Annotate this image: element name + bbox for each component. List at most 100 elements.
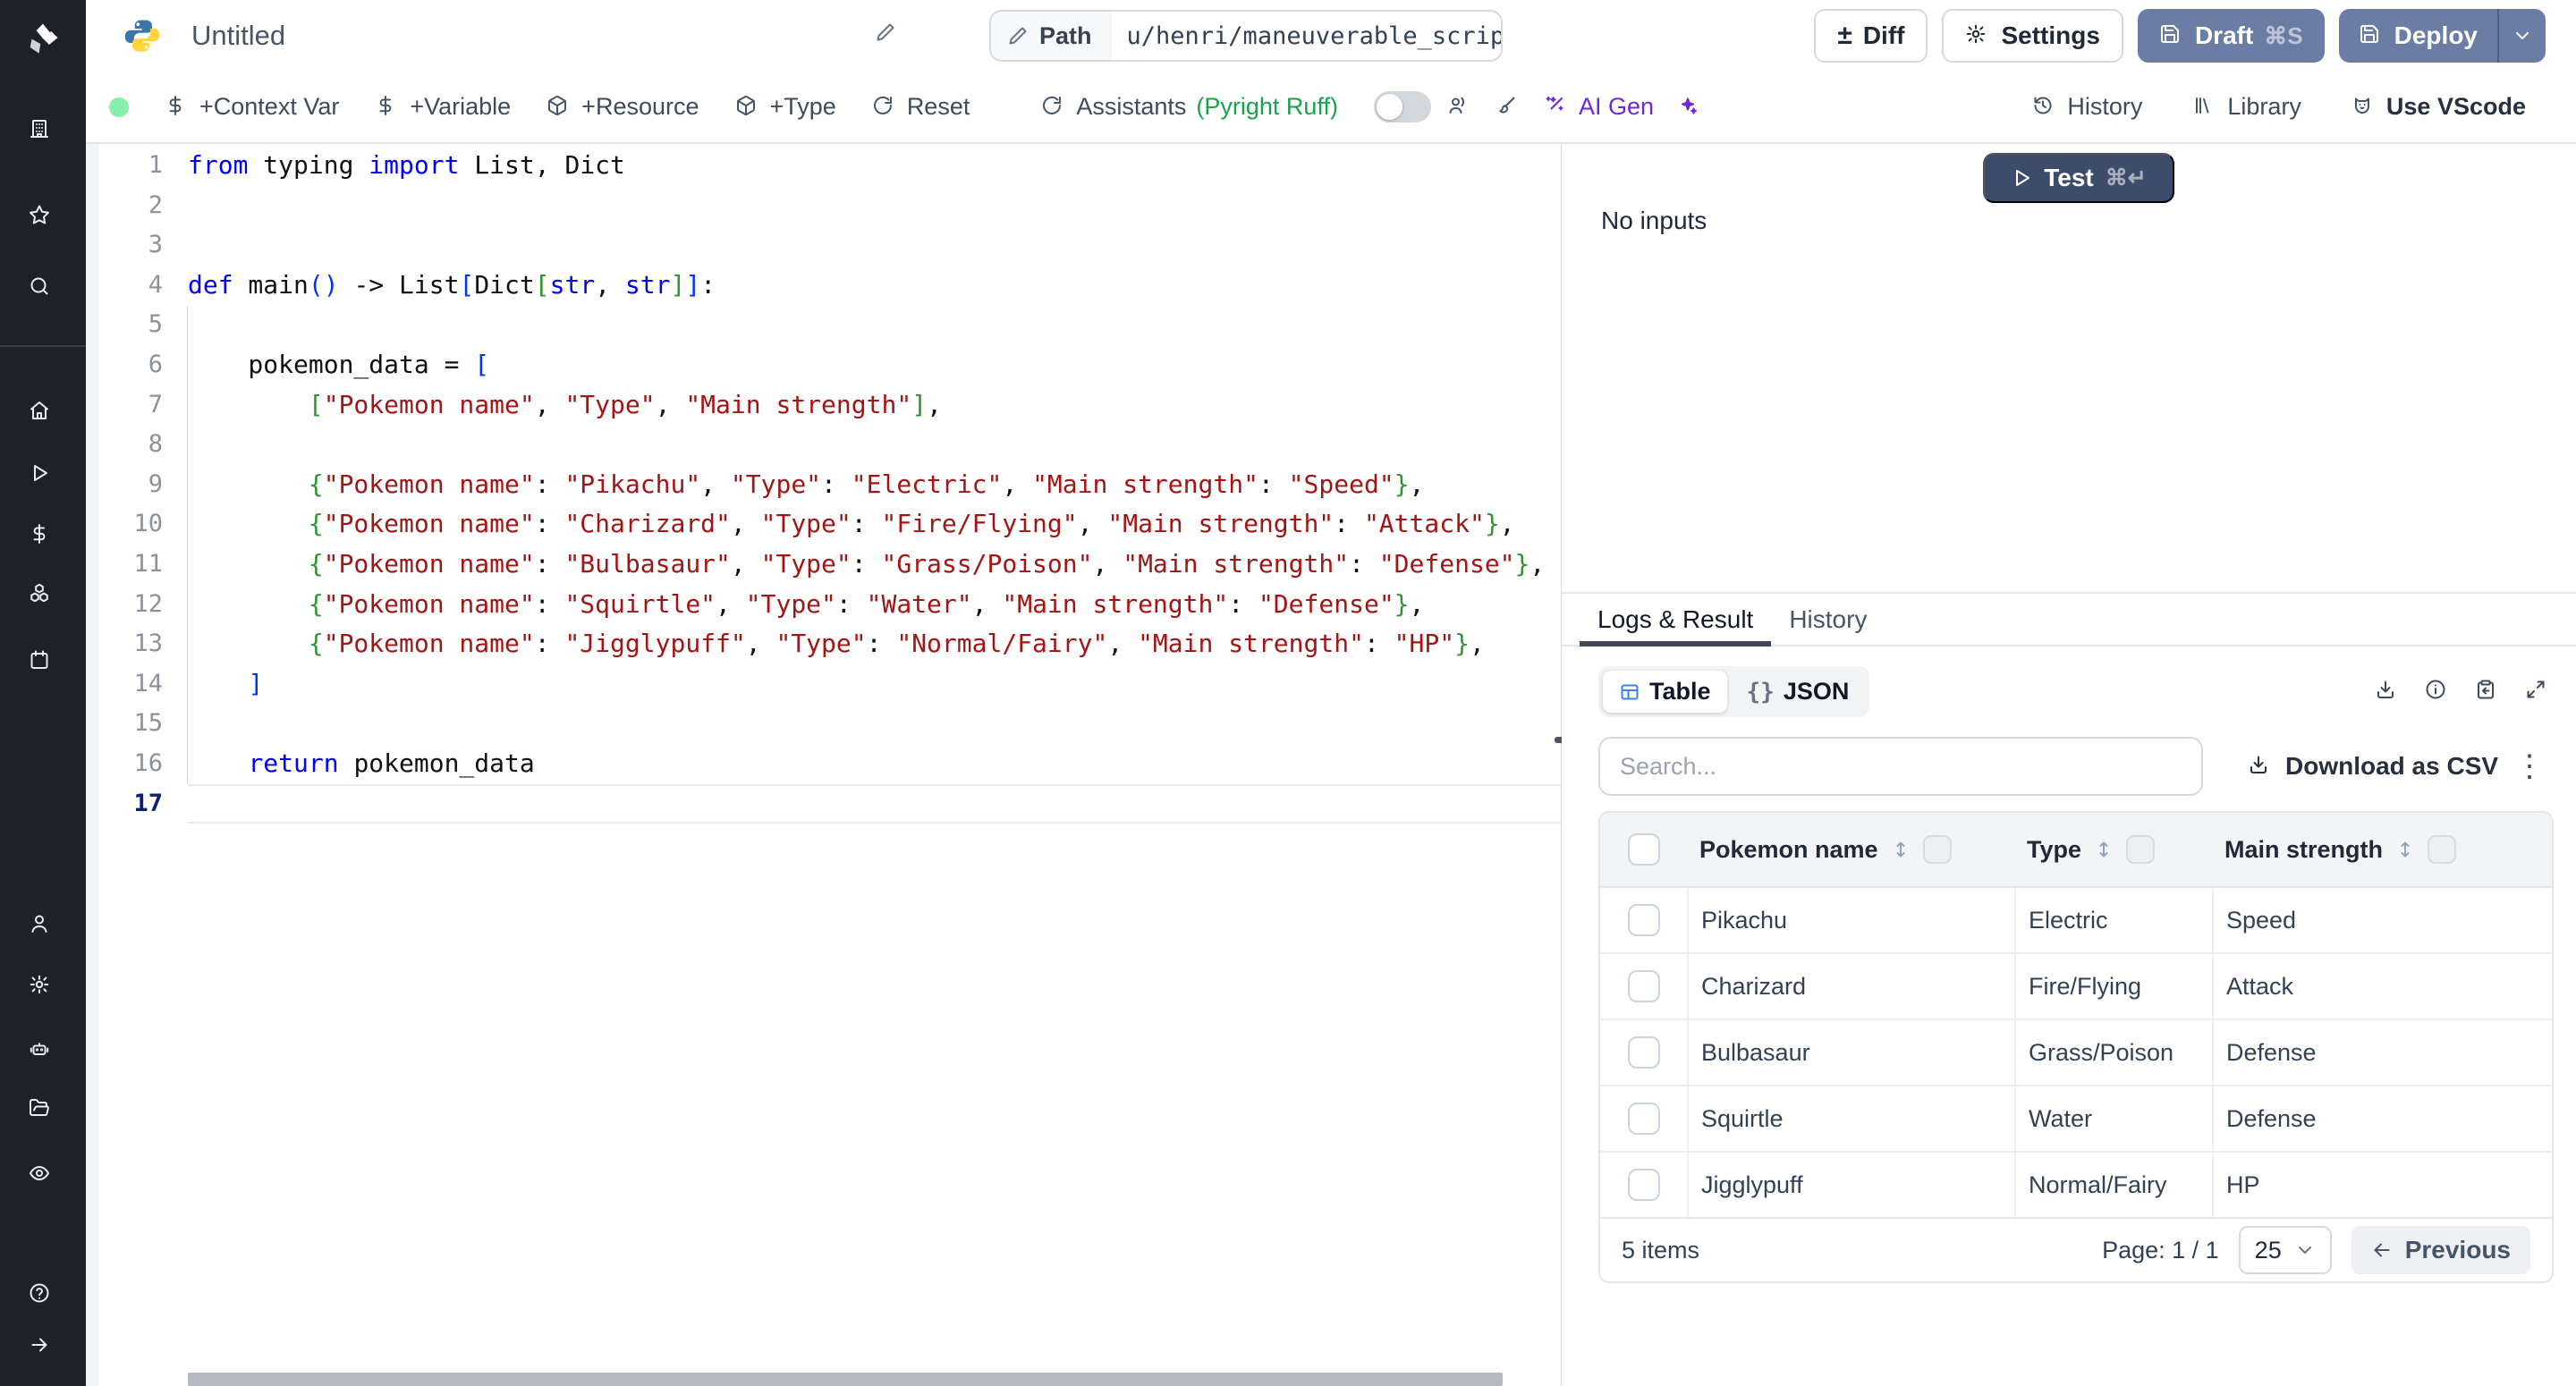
sidebar-item-runs[interactable]: [23, 457, 63, 496]
windmill-logo[interactable]: [23, 20, 63, 59]
ai-gen-button[interactable]: AI Gen: [1544, 93, 1654, 121]
package-icon: [735, 95, 760, 120]
column-header-main-strength[interactable]: Main strength: [2212, 813, 2552, 886]
column-filter-checkbox[interactable]: [1923, 835, 1952, 864]
sort-icon[interactable]: [1890, 839, 1911, 860]
sidebar-item-favorites[interactable]: [23, 199, 63, 238]
assistants-button[interactable]: Assistants (Pyright Ruff): [1041, 93, 1338, 121]
code-line[interactable]: {"Pokemon name": "Jigglypuff", "Type": "…: [188, 624, 1562, 664]
editor-glyph-margin: [86, 144, 98, 1386]
sort-icon[interactable]: [2093, 839, 2114, 860]
column-header-pokemon-name[interactable]: Pokemon name: [1687, 813, 2014, 886]
tab-logs-result[interactable]: Logs & Result: [1580, 594, 1771, 645]
add-context-var-button[interactable]: +Context Var: [165, 93, 339, 121]
add-type-button[interactable]: +Type: [735, 93, 836, 121]
code-line[interactable]: {"Pokemon name": "Squirtle", "Type": "Wa…: [188, 585, 1562, 625]
row-checkbox[interactable]: [1628, 1036, 1660, 1069]
code-line[interactable]: {"Pokemon name": "Charizard", "Type": "F…: [188, 504, 1562, 545]
settings-button[interactable]: Settings: [1942, 9, 2123, 63]
search-input[interactable]: [1598, 737, 2203, 796]
table-cell: Charizard: [1687, 954, 2014, 1018]
previous-page-button[interactable]: Previous: [2351, 1226, 2530, 1274]
horizontal-scrollbar[interactable]: [188, 1373, 1503, 1386]
page-size-select[interactable]: 25: [2239, 1226, 2332, 1274]
row-checkbox[interactable]: [1628, 904, 1660, 936]
library-button[interactable]: Library: [2192, 93, 2301, 121]
history-button[interactable]: History: [2032, 93, 2142, 121]
code-line[interactable]: return pokemon_data: [188, 744, 1562, 784]
sort-icon[interactable]: [2394, 839, 2416, 860]
sidebar-item-workers[interactable]: [23, 1033, 63, 1072]
sidebar-item-workspace[interactable]: [23, 113, 63, 152]
sidebar-item-settings[interactable]: [23, 968, 63, 1008]
multiplayer-users-button[interactable]: [1447, 95, 1472, 120]
row-checkbox[interactable]: [1628, 1169, 1660, 1201]
code-line[interactable]: def main() -> List[Dict[str, str]]:: [188, 266, 1562, 306]
code-line[interactable]: pokemon_data = [: [188, 345, 1562, 385]
sidebar-item-home[interactable]: [23, 394, 63, 434]
sidebar-item-users[interactable]: [23, 908, 63, 947]
draft-button[interactable]: Draft ⌘S: [2138, 9, 2325, 63]
view-table-button[interactable]: Table: [1603, 671, 1727, 713]
line-number: 8: [98, 425, 188, 465]
sidebar-item-expand[interactable]: [23, 1329, 63, 1368]
add-resource-button[interactable]: +Resource: [547, 93, 699, 121]
table-row[interactable]: BulbasaurGrass/PoisonDefense: [1600, 1020, 2552, 1086]
info-icon[interactable]: [2425, 679, 2452, 706]
download-result-icon[interactable]: [2375, 679, 2402, 706]
code-line[interactable]: from typing import List, Dict: [188, 146, 1562, 186]
sidebar-item-help[interactable]: [23, 1277, 63, 1316]
code-line[interactable]: ]: [188, 664, 1562, 705]
reset-button[interactable]: Reset: [872, 93, 970, 121]
code-line[interactable]: [188, 186, 1562, 226]
table-row[interactable]: CharizardFire/FlyingAttack: [1600, 954, 2552, 1020]
sparkles-button[interactable]: [1677, 95, 1702, 120]
table-cell: Water: [2014, 1086, 2212, 1151]
eye-icon: [29, 1162, 57, 1191]
select-all-checkbox[interactable]: [1628, 833, 1660, 866]
clipboard-copy-icon[interactable]: [2475, 679, 2502, 706]
sidebar-item-schedules[interactable]: [23, 644, 63, 683]
code-line[interactable]: [188, 704, 1562, 744]
diff-button[interactable]: ± Diff: [1814, 9, 1928, 63]
right-panel: Test ⌘↵ No inputs Logs & Result History …: [1562, 144, 2576, 1386]
sidebar-item-search[interactable]: [23, 270, 63, 309]
download-csv-button[interactable]: Download as CSV: [2248, 752, 2498, 781]
table-menu-button[interactable]: ⋮: [2507, 748, 2552, 785]
code-line[interactable]: {"Pokemon name": "Pikachu", "Type": "Ele…: [188, 465, 1562, 505]
code-lines[interactable]: from typing import List, Dict def main() …: [188, 146, 1562, 824]
code-line[interactable]: [188, 305, 1562, 345]
path-chip[interactable]: Path u/henri/maneuverable_script: [989, 10, 1503, 62]
deploy-button[interactable]: Deploy: [2339, 9, 2497, 63]
rename-pencil-icon[interactable]: [875, 21, 900, 46]
table-row[interactable]: JigglypuffNormal/FairyHP: [1600, 1153, 2552, 1219]
column-filter-checkbox[interactable]: [2428, 835, 2456, 864]
sidebar-item-resources[interactable]: [23, 577, 63, 616]
tab-history[interactable]: History: [1771, 594, 1885, 645]
column-filter-checkbox[interactable]: [2126, 835, 2155, 864]
test-button[interactable]: Test ⌘↵: [1983, 153, 2174, 203]
code-line[interactable]: [188, 425, 1562, 465]
use-vscode-button[interactable]: Use VScode: [2351, 93, 2526, 121]
format-brush-button[interactable]: [1496, 95, 1521, 120]
sidebar-item-variables[interactable]: [23, 518, 63, 557]
row-checkbox[interactable]: [1628, 1103, 1660, 1135]
code-line[interactable]: [188, 225, 1562, 266]
code-line[interactable]: {"Pokemon name": "Bulbasaur", "Type": "G…: [188, 545, 1562, 585]
code-editor[interactable]: 1234567891011121314151617 from typing im…: [86, 144, 1562, 1386]
code-line[interactable]: [188, 784, 1562, 824]
result-table-body: PikachuElectricSpeedCharizardFire/Flying…: [1600, 888, 2552, 1219]
sidebar-item-folders[interactable]: [23, 1092, 63, 1131]
expand-icon[interactable]: [2525, 679, 2552, 706]
sidebar-item-audit-logs[interactable]: [23, 1157, 63, 1196]
multiplayer-toggle[interactable]: [1374, 91, 1431, 123]
table-row[interactable]: SquirtleWaterDefense: [1600, 1086, 2552, 1153]
add-variable-button[interactable]: +Variable: [375, 93, 511, 121]
column-header-type[interactable]: Type: [2014, 813, 2212, 886]
row-checkbox[interactable]: [1628, 970, 1660, 1002]
code-line[interactable]: ["Pokemon name", "Type", "Main strength"…: [188, 385, 1562, 426]
table-row[interactable]: PikachuElectricSpeed: [1600, 888, 2552, 954]
calendar-icon: [29, 649, 57, 678]
view-json-button[interactable]: {} JSON: [1731, 671, 1866, 713]
deploy-caret-button[interactable]: [2497, 9, 2546, 63]
